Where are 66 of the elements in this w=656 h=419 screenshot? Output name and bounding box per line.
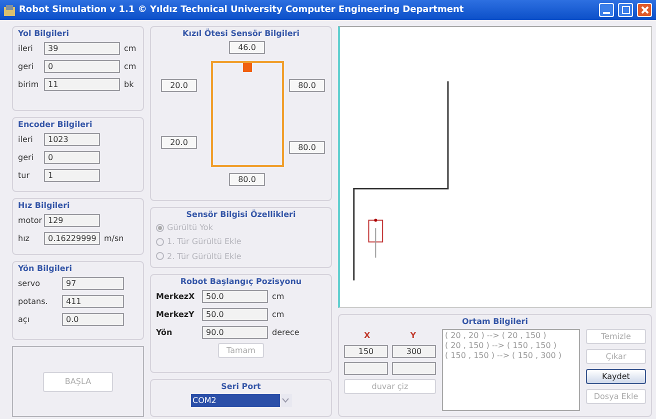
text-field[interactable]: 0.16229999 bbox=[44, 232, 100, 245]
field-label: ileri bbox=[18, 135, 34, 144]
unit-label: cm bbox=[124, 62, 136, 71]
sensor-reading: 80.0 bbox=[289, 141, 325, 154]
field-label: potans. bbox=[18, 297, 49, 306]
sensor-reading: 80.0 bbox=[289, 79, 325, 92]
axis-label: X bbox=[364, 330, 370, 340]
axis-label: Y bbox=[410, 330, 416, 340]
window-title: Robot Simulation v 1.1 © Yıldız Technical University Computer Engineering Department bbox=[19, 5, 465, 15]
group-title: Ortam Bilgileri bbox=[462, 317, 528, 326]
minimize-button[interactable] bbox=[599, 3, 614, 17]
x-field[interactable] bbox=[344, 362, 388, 375]
field-label: geri bbox=[18, 153, 35, 162]
field-label: birim bbox=[18, 80, 40, 89]
y-field[interactable] bbox=[392, 362, 436, 375]
unit-label: cm bbox=[272, 310, 284, 319]
text-field[interactable]: 50.0 bbox=[202, 290, 268, 303]
field-label: tur bbox=[18, 171, 30, 180]
text-field[interactable]: 39 bbox=[44, 42, 120, 55]
chevron-icon bbox=[282, 398, 289, 403]
field-label: MerkezY bbox=[156, 310, 196, 319]
field-label: servo bbox=[18, 279, 42, 288]
unit-label: bk bbox=[124, 80, 134, 89]
group-title: Yol Bilgileri bbox=[18, 29, 69, 38]
field-label: MerkezX bbox=[156, 292, 196, 301]
sensor-reading: 20.0 bbox=[161, 79, 197, 92]
text-field[interactable]: 0 bbox=[44, 60, 120, 73]
sensor-reading: 80.0 bbox=[229, 173, 265, 186]
app-icon bbox=[4, 4, 15, 16]
field-label: Yön bbox=[156, 328, 174, 337]
text-field[interactable]: 90.0 bbox=[202, 326, 268, 339]
text-field[interactable]: 97 bbox=[62, 277, 124, 290]
maximize-icon bbox=[622, 6, 630, 14]
unit-label: cm bbox=[124, 44, 136, 53]
text-field[interactable]: 50.0 bbox=[202, 308, 268, 321]
group-title: Hız Bilgileri bbox=[18, 201, 70, 210]
close-icon bbox=[640, 6, 648, 14]
group-title: Yön Bilgileri bbox=[18, 264, 72, 273]
field-label: geri bbox=[18, 62, 35, 71]
field-label: açı bbox=[18, 315, 31, 324]
group-title: Seri Port bbox=[221, 382, 261, 391]
text-field[interactable]: 411 bbox=[62, 295, 124, 308]
y-field[interactable]: 300 bbox=[392, 345, 436, 358]
text-field[interactable]: 11 bbox=[44, 78, 120, 91]
field-label: ileri bbox=[18, 44, 34, 53]
field-label: hız bbox=[18, 234, 30, 243]
unit-label: cm bbox=[272, 292, 284, 301]
group-title: Encoder Bilgileri bbox=[18, 120, 92, 129]
sensor-reading: 46.0 bbox=[229, 41, 265, 54]
group-title: Sensör Bilgisi Özellikleri bbox=[186, 210, 296, 219]
text-field[interactable]: 0.0 bbox=[62, 313, 124, 326]
sensor-reading: 20.0 bbox=[161, 136, 197, 149]
group-title: Kızıl Ötesi Sensör Bilgileri bbox=[182, 29, 300, 38]
text-field[interactable]: 1023 bbox=[44, 133, 100, 146]
action-button[interactable]: Kaydet bbox=[586, 369, 646, 384]
text-field[interactable]: 0 bbox=[44, 151, 100, 164]
x-field[interactable]: 150 bbox=[344, 345, 388, 358]
unit-label: m/sn bbox=[104, 234, 124, 243]
group-title: Robot Başlangıç Pozisyonu bbox=[180, 277, 302, 286]
text-field[interactable]: 129 bbox=[44, 214, 100, 227]
close-button[interactable] bbox=[637, 3, 652, 17]
robot-icon bbox=[368, 218, 384, 258]
field-label: motor bbox=[18, 216, 40, 225]
maximize-button[interactable] bbox=[618, 3, 633, 17]
unit-label: derece bbox=[272, 328, 300, 337]
text-field[interactable]: 1 bbox=[44, 169, 100, 182]
